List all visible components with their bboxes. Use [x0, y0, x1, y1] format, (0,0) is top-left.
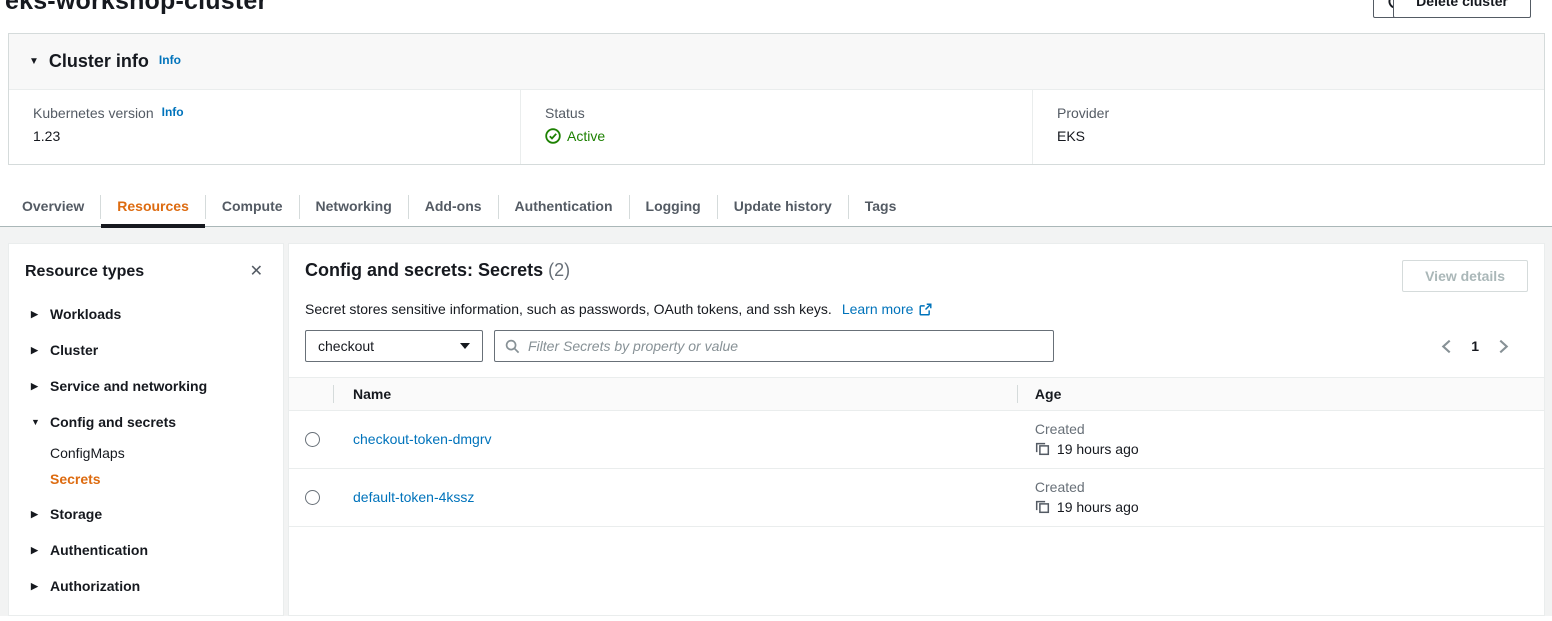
sidebar-group-label: Authorization	[50, 578, 140, 594]
sidebar-item-secrets[interactable]: Secrets	[25, 466, 267, 492]
sidebar-item-configmaps[interactable]: ConfigMaps	[25, 440, 267, 466]
resource-types-title: Resource types	[25, 263, 144, 281]
age-column-label: Age	[1035, 386, 1061, 402]
chevron-right-icon: ▶	[31, 310, 41, 319]
name-column-label: Name	[353, 386, 391, 402]
sidebar-group-label: Workloads	[50, 306, 121, 322]
tab-add-ons[interactable]: Add-ons	[409, 187, 498, 226]
tab-overview[interactable]: Overview	[6, 187, 100, 226]
current-page-number[interactable]: 1	[1471, 338, 1479, 354]
secrets-description: Secret stores sensitive information, suc…	[305, 301, 832, 317]
chevron-down-icon	[460, 343, 470, 349]
kubernetes-version-label: Kubernetes version	[33, 105, 154, 121]
age-value: 19 hours ago	[1057, 499, 1139, 515]
tab-compute[interactable]: Compute	[206, 187, 299, 226]
sidebar-group-label: Authentication	[50, 542, 148, 558]
chevron-left-icon	[1440, 339, 1453, 354]
table-header-row: Name Age	[289, 377, 1544, 411]
sidebar-group-cluster[interactable]: ▶ Cluster	[25, 332, 267, 368]
chevron-right-icon: ▶	[31, 346, 41, 355]
cluster-info-card: ▼ Cluster info Info Kubernetes version I…	[8, 33, 1545, 165]
resource-types-list: ▶ Workloads ▶ Cluster ▶ Service and netw…	[25, 296, 267, 604]
kubernetes-version-value: 1.23	[33, 128, 496, 144]
secrets-heading: Config and secrets: Secrets (2)	[305, 260, 570, 281]
sidebar-group-storage[interactable]: ▶ Storage	[25, 496, 267, 532]
next-page-button[interactable]	[1495, 337, 1512, 356]
provider-field: Provider EKS	[1032, 90, 1544, 164]
cluster-info-info-link[interactable]: Info	[159, 53, 181, 67]
chevron-right-icon: ▶	[31, 546, 41, 555]
sidebar-group-authorization[interactable]: ▶ Authorization	[25, 568, 267, 604]
page-top: eks-workshop-cluster Delete cluster ▼ Cl…	[0, 0, 1552, 227]
delete-cluster-button[interactable]: Delete cluster	[1393, 0, 1531, 18]
learn-more-link[interactable]: Learn more	[842, 301, 914, 317]
secret-name-link[interactable]: checkout-token-dmgrv	[353, 431, 492, 447]
sidebar-group-service-and-networking[interactable]: ▶ Service and networking	[25, 368, 267, 404]
cluster-info-title: Cluster info	[49, 51, 149, 72]
tab-logging[interactable]: Logging	[630, 187, 717, 226]
created-label: Created	[1035, 479, 1544, 495]
status-label: Status	[545, 105, 585, 121]
search-box	[494, 330, 1054, 362]
age-column-header: Age	[1017, 386, 1544, 402]
close-icon[interactable]: ✕	[246, 262, 267, 282]
copy-icon[interactable]	[1035, 499, 1050, 514]
secrets-panel: Config and secrets: Secrets (2) View det…	[288, 243, 1545, 616]
table-row: default-token-4kssz Created 19 hours ago	[289, 469, 1544, 527]
row-radio-button[interactable]	[305, 432, 320, 447]
view-details-button[interactable]: View details	[1402, 260, 1528, 292]
status-field: Status Active	[520, 90, 1032, 164]
chevron-right-icon: ▶	[31, 382, 41, 391]
chevron-right-icon: ▶	[31, 510, 41, 519]
provider-value: EKS	[1057, 128, 1520, 144]
sidebar-group-label: Cluster	[50, 342, 98, 358]
age-value: 19 hours ago	[1057, 441, 1139, 457]
tab-tags[interactable]: Tags	[849, 187, 913, 226]
sidebar-group-label: Config and secrets	[50, 414, 176, 430]
secret-name-link[interactable]: default-token-4kssz	[353, 489, 474, 505]
table-row: checkout-token-dmgrv Created 19 hours ag…	[289, 411, 1544, 469]
row-radio-button[interactable]	[305, 490, 320, 505]
sidebar-group-label: Storage	[50, 506, 102, 522]
secrets-table: Name Age checkout-token-dmgrv Created	[289, 377, 1544, 527]
cluster-tabs: Overview Resources Compute Networking Ad…	[0, 187, 1552, 227]
filter-dropdown-value: checkout	[318, 338, 374, 354]
chevron-down-icon: ▼	[31, 418, 41, 427]
sidebar-group-workloads[interactable]: ▶ Workloads	[25, 296, 267, 332]
sidebar-group-label: Service and networking	[50, 378, 207, 394]
created-label: Created	[1035, 421, 1544, 437]
tab-networking[interactable]: Networking	[300, 187, 408, 226]
external-link-icon	[919, 303, 932, 316]
chevron-right-icon	[1497, 339, 1510, 354]
tab-resources[interactable]: Resources	[101, 187, 205, 226]
search-icon	[505, 339, 520, 354]
chevron-down-icon[interactable]: ▼	[29, 57, 39, 67]
cluster-info-header[interactable]: ▼ Cluster info Info	[9, 34, 1544, 90]
pagination: 1	[1438, 337, 1512, 356]
status-value: Active	[567, 128, 605, 144]
copy-icon[interactable]	[1035, 441, 1050, 456]
page-title: eks-workshop-cluster	[5, 0, 267, 16]
tab-update-history[interactable]: Update history	[718, 187, 848, 226]
resource-types-panel: Resource types ✕ ▶ Workloads ▶ Cluster ▶…	[8, 243, 284, 616]
filter-dropdown[interactable]: checkout	[305, 330, 483, 362]
chevron-right-icon: ▶	[31, 582, 41, 591]
page-header: eks-workshop-cluster Delete cluster	[0, 0, 1552, 32]
kubernetes-version-field: Kubernetes version Info 1.23	[9, 90, 520, 164]
cluster-info-body: Kubernetes version Info 1.23 Status Acti…	[9, 90, 1544, 164]
tab-authentication[interactable]: Authentication	[499, 187, 629, 226]
name-column-header: Name	[333, 386, 1017, 402]
secrets-count: (2)	[548, 260, 570, 280]
previous-page-button[interactable]	[1438, 337, 1455, 356]
sidebar-group-config-and-secrets[interactable]: ▼ Config and secrets	[25, 404, 267, 440]
resources-content: Resource types ✕ ▶ Workloads ▶ Cluster ▶…	[0, 227, 1552, 616]
search-input[interactable]	[528, 338, 1043, 354]
provider-label: Provider	[1057, 105, 1109, 121]
config-and-secrets-children: ConfigMaps Secrets	[25, 440, 267, 492]
secrets-heading-text: Config and secrets: Secrets	[305, 260, 543, 280]
check-circle-icon	[545, 128, 561, 144]
sidebar-group-authentication[interactable]: ▶ Authentication	[25, 532, 267, 568]
kubernetes-version-info-link[interactable]: Info	[162, 105, 184, 119]
